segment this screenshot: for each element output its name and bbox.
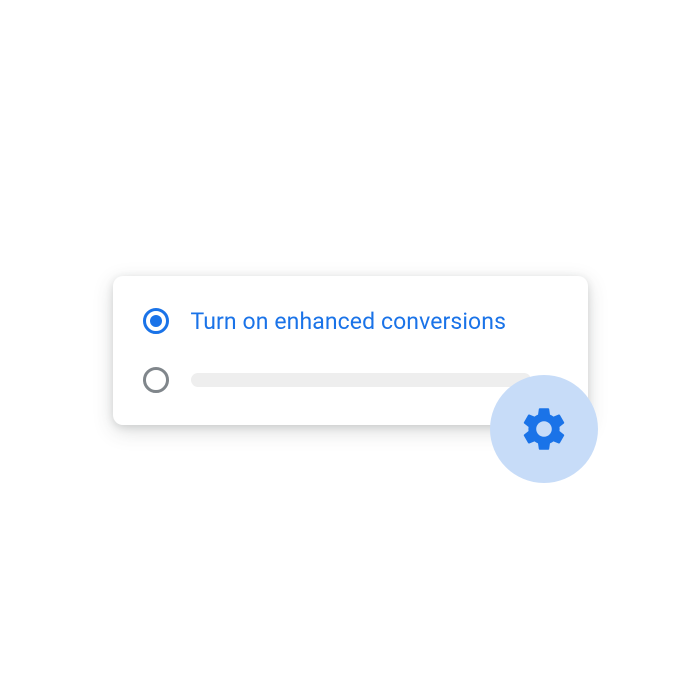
gear-icon bbox=[518, 403, 570, 455]
radio-unselected-icon bbox=[143, 367, 169, 393]
radio-selected-icon bbox=[143, 308, 169, 334]
radio-label-enhanced-conversions: Turn on enhanced conversions bbox=[191, 308, 507, 335]
settings-gear-badge[interactable] bbox=[490, 375, 598, 483]
placeholder-bar bbox=[191, 373, 531, 387]
radio-option-placeholder[interactable] bbox=[143, 367, 552, 393]
settings-card-wrapper: Turn on enhanced conversions bbox=[113, 276, 588, 425]
radio-option-enhanced-conversions[interactable]: Turn on enhanced conversions bbox=[143, 308, 552, 335]
